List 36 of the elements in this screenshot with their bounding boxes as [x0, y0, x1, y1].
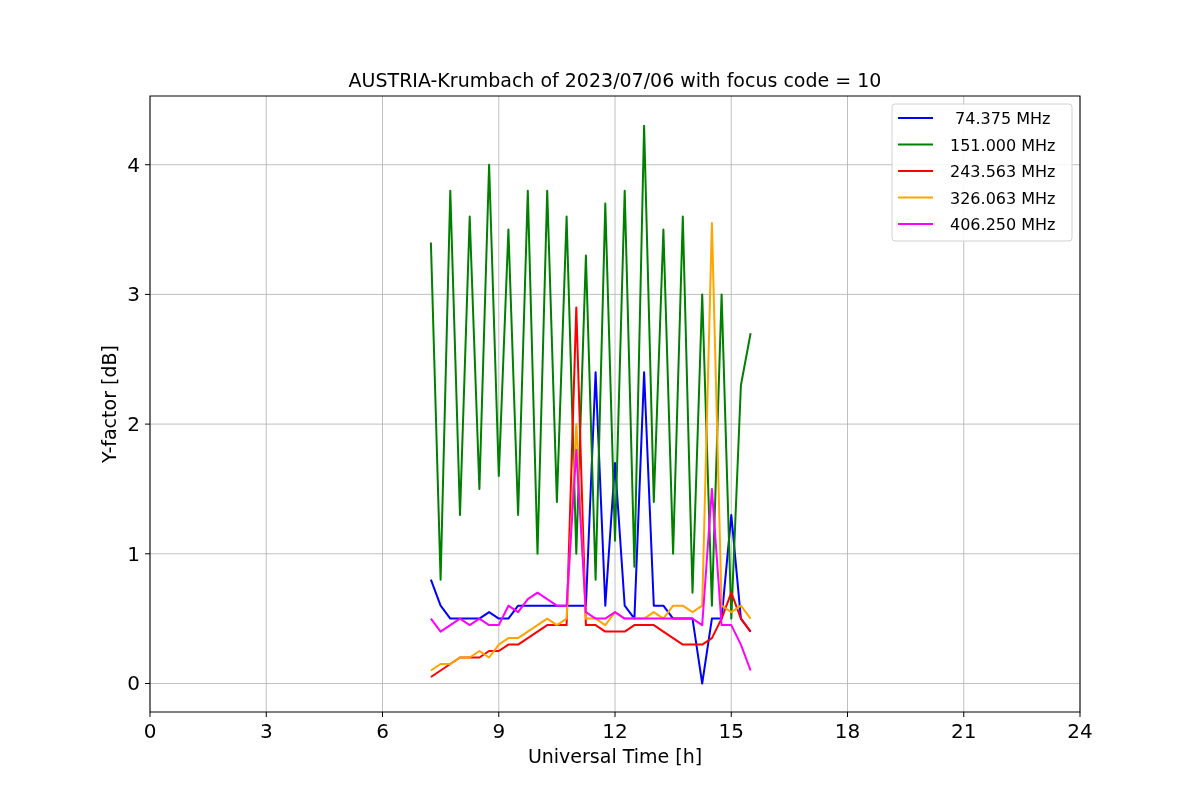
legend-label: 243.563 MHz — [950, 162, 1056, 181]
tick-label: 2 — [127, 412, 140, 437]
legend-label: 74.375 MHz — [955, 109, 1051, 128]
tick-label: 21 — [951, 719, 977, 743]
tick-mark — [144, 164, 151, 166]
tick-label: 12 — [602, 719, 628, 743]
tick-label: 18 — [834, 719, 861, 743]
tick-mark — [144, 682, 151, 684]
tick-label: 15 — [718, 719, 744, 743]
x-axis-label: Universal Time [h] — [527, 745, 703, 767]
tick-mark — [730, 711, 732, 718]
tick-label: 9 — [492, 719, 506, 743]
tick-mark — [498, 711, 500, 718]
tick-mark — [1079, 711, 1081, 718]
tick-mark — [265, 711, 267, 718]
tick-label: 0 — [143, 719, 157, 743]
tick-mark — [614, 711, 616, 718]
tick-label: 1 — [127, 541, 140, 566]
tick-mark — [144, 423, 151, 425]
tick-label: 24 — [1067, 719, 1093, 743]
tick-mark — [149, 711, 151, 718]
tick-mark — [963, 711, 965, 718]
tick-mark — [144, 293, 151, 295]
legend-label: 326.063 MHz — [950, 188, 1056, 208]
tick-label: 3 — [127, 282, 140, 307]
y-axis-label: Y-factor [dB] — [98, 345, 120, 463]
legend-label: 406.250 MHz — [950, 215, 1056, 234]
tick-label: 3 — [259, 719, 273, 743]
legend-label: 151.000 MHz — [950, 135, 1056, 155]
chart-title: AUSTRIA-Krumbach of 2023/07/06 with focus code = 10 — [348, 69, 882, 91]
tick-mark — [144, 553, 151, 555]
tick-label: 4 — [127, 152, 140, 177]
tick-mark — [382, 711, 383, 718]
tick-label: 0 — [127, 671, 140, 696]
tick-label: 6 — [376, 719, 389, 743]
tick-mark — [847, 711, 848, 718]
